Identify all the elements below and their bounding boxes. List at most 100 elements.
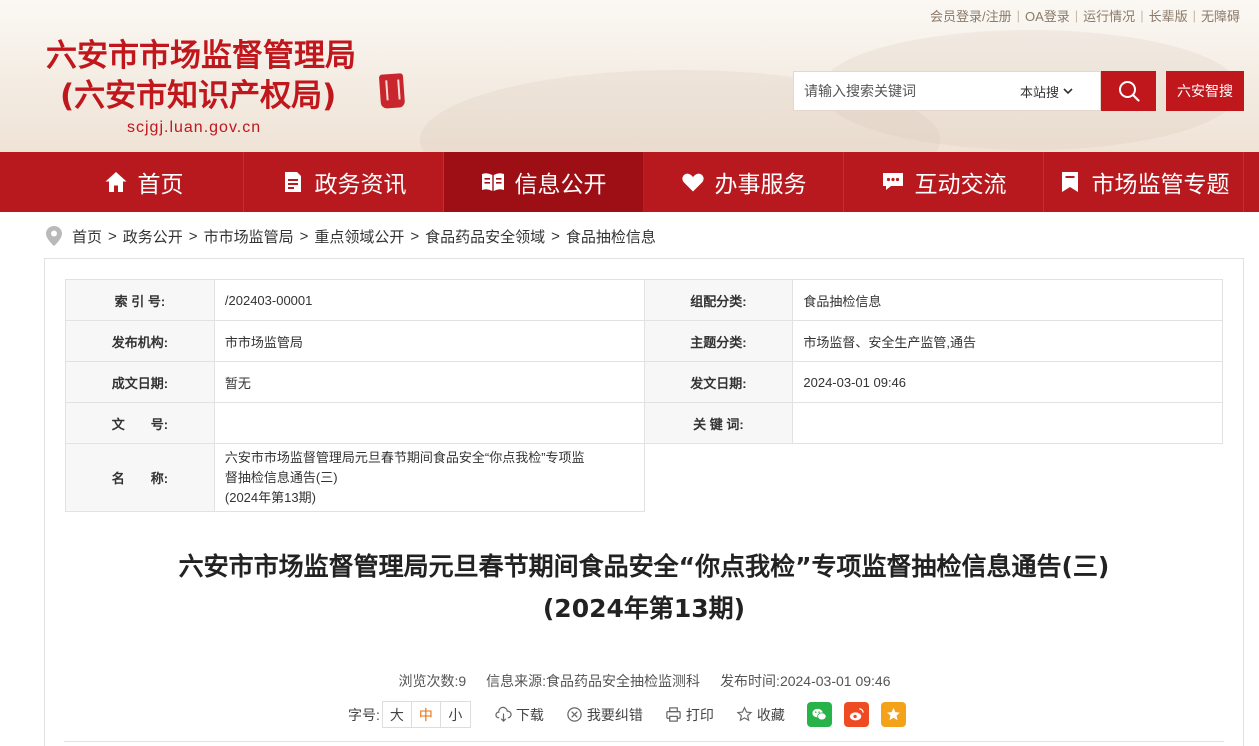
meta-index-number: /202403-00001 bbox=[213, 279, 645, 321]
nav-item-label: 政务资讯 bbox=[314, 172, 407, 198]
search-box: 本站搜 bbox=[793, 71, 1101, 111]
heart-icon bbox=[681, 173, 704, 192]
nav-item-label: 互动交流 bbox=[914, 172, 1007, 198]
breadcrumb-food-drug-safety[interactable]: 食品药品安全领域 bbox=[425, 226, 545, 247]
breadcrumb-food-sampling[interactable]: 食品抽检信息 bbox=[566, 226, 656, 247]
meta-topic: 市场监督、安全生产监管,通告 bbox=[792, 320, 1223, 362]
seal-icon bbox=[378, 73, 406, 109]
top-links: 会员登录/注册 | OA登录 | 运行情况 | 长辈版 | 无障碍 bbox=[925, 6, 1245, 25]
breadcrumb-gov-affairs[interactable]: 政务公开 bbox=[123, 226, 183, 247]
meta-category: 食品抽检信息 bbox=[792, 279, 1223, 321]
meta-row: 文 号: 关 键 词: bbox=[65, 402, 1223, 444]
favorite-label: 收藏 bbox=[756, 706, 785, 723]
article-title-line: 六安市市场监督管理局元旦春节期间食品安全“你点我检”专项监督抽检信息通告(三) bbox=[178, 552, 1110, 581]
search-input[interactable] bbox=[794, 72, 1020, 110]
article-title: 六安市市场监督管理局元旦春节期间食品安全“你点我检”专项监督抽检信息通告(三) … bbox=[44, 546, 1244, 630]
chat-icon bbox=[882, 173, 903, 190]
font-size-control: 字号: 大 中 小 bbox=[348, 701, 471, 728]
view-count: 浏览次数:9 bbox=[398, 673, 467, 689]
share-favorite-button[interactable] bbox=[880, 702, 906, 727]
breadcrumb-key-areas[interactable]: 重点领域公开 bbox=[314, 226, 404, 247]
error-x-icon bbox=[567, 707, 582, 722]
article-info: 浏览次数:9 信息来源:食品药品安全抽检监测科 发布时间:2024-03-01 … bbox=[0, 671, 1259, 691]
report-error-label: 我要纠错 bbox=[586, 706, 643, 723]
meta-doc-name-line: 六安市市场监督管理局元旦春节期间食品安全“你点我检”专项监 bbox=[224, 449, 585, 465]
font-size-medium-button[interactable]: 中 bbox=[412, 702, 441, 727]
accessibility-link[interactable]: 无障碍 bbox=[1196, 6, 1245, 25]
smart-search-button[interactable]: 六安智搜 bbox=[1166, 71, 1244, 111]
run-status-link[interactable]: 运行情况 bbox=[1078, 6, 1140, 25]
search-scope-label: 本站搜 bbox=[1020, 84, 1060, 100]
star-outline-icon bbox=[736, 706, 753, 722]
meta-label: 名 称: bbox=[65, 443, 215, 512]
share-wechat-button[interactable] bbox=[806, 702, 832, 727]
download-label: 下载 bbox=[515, 706, 544, 723]
location-pin-icon bbox=[46, 226, 62, 246]
meta-row: 发布机构: 市市场监管局 主题分类: 市场监督、安全生产监管,通告 bbox=[65, 320, 1223, 362]
cloud-download-icon bbox=[495, 706, 512, 722]
meta-label: 索 引 号: bbox=[65, 279, 215, 321]
breadcrumb: 首页 > 政务公开 > 市市场监管局 > 重点领域公开 > 食品药品安全领域 >… bbox=[46, 224, 656, 248]
breadcrumb-home[interactable]: 首页 bbox=[72, 226, 102, 247]
search-button[interactable] bbox=[1101, 71, 1156, 111]
elder-mode-link[interactable]: 长辈版 bbox=[1144, 6, 1193, 25]
nav-item-interaction[interactable]: 互动交流 bbox=[844, 152, 1044, 212]
breadcrumb-bureau[interactable]: 市市场监管局 bbox=[204, 226, 294, 247]
meta-label: 发文日期: bbox=[643, 361, 794, 403]
meta-label: 组配分类: bbox=[643, 279, 794, 321]
meta-doc-name-line: 督抽检信息通告(三) bbox=[224, 469, 338, 485]
meta-label: 主题分类: bbox=[643, 320, 794, 362]
meta-row: 索 引 号: /202403-00001 组配分类: 食品抽检信息 bbox=[65, 279, 1223, 321]
oa-login-link[interactable]: OA登录 bbox=[1020, 6, 1075, 25]
meta-issued-date: 2024-03-01 09:46 bbox=[792, 361, 1223, 403]
site-header: 会员登录/注册 | OA登录 | 运行情况 | 长辈版 | 无障碍 六安市市场监… bbox=[0, 0, 1259, 152]
main-nav: 首页 政务资讯 信息公开 办事服务 互动交流 市场监管专题 bbox=[0, 152, 1259, 212]
publish-time: 发布时间:2024-03-01 09:46 bbox=[720, 673, 891, 689]
font-size-large-button[interactable]: 大 bbox=[383, 702, 412, 727]
nav-item-news[interactable]: 政务资讯 bbox=[244, 152, 444, 212]
article-title-line: (2024年第13期) bbox=[542, 594, 746, 623]
meta-doc-name: 六安市市场监督管理局元旦春节期间食品安全“你点我检”专项监 督抽检信息通告(三)… bbox=[213, 443, 645, 512]
font-size-label: 字号: bbox=[348, 706, 380, 723]
open-book-icon bbox=[481, 173, 504, 191]
login-register-link[interactable]: 会员登录/注册 bbox=[925, 6, 1017, 25]
report-error-button[interactable]: 我要纠错 bbox=[566, 705, 643, 725]
search-scope-select[interactable]: 本站搜 bbox=[1020, 82, 1081, 101]
breadcrumb-separator: > bbox=[108, 227, 117, 245]
chevron-down-icon bbox=[1063, 88, 1073, 95]
meta-keywords bbox=[792, 402, 1223, 444]
nav-item-services[interactable]: 办事服务 bbox=[644, 152, 844, 212]
nav-item-home[interactable]: 首页 bbox=[44, 152, 244, 212]
font-size-small-button[interactable]: 小 bbox=[441, 702, 470, 727]
download-button[interactable]: 下载 bbox=[495, 705, 544, 725]
breadcrumb-separator: > bbox=[410, 227, 420, 245]
meta-written-date: 暂无 bbox=[213, 361, 645, 403]
meta-label: 文 号: bbox=[65, 402, 215, 444]
info-source: 信息来源:食品药品安全抽检监测科 bbox=[486, 673, 701, 689]
meta-doc-name-line: (2024年第13期) bbox=[224, 489, 316, 505]
meta-label: 发布机构: bbox=[65, 320, 215, 362]
print-label: 打印 bbox=[685, 706, 714, 723]
site-title[interactable]: 六安市市场监督管理局 bbox=[46, 38, 356, 75]
breadcrumb-separator: > bbox=[299, 227, 309, 245]
meta-label: 关 键 词: bbox=[643, 402, 794, 444]
breadcrumb-separator: > bbox=[551, 227, 560, 245]
search-icon bbox=[1118, 81, 1140, 102]
weibo-icon bbox=[849, 708, 864, 721]
nav-item-label: 市场监管专题 bbox=[1091, 172, 1230, 198]
nav-item-market-topics[interactable]: 市场监管专题 bbox=[1044, 152, 1244, 212]
breadcrumb-separator: > bbox=[188, 227, 198, 245]
meta-row: 成文日期: 暂无 发文日期: 2024-03-01 09:46 bbox=[65, 361, 1223, 403]
share-weibo-button[interactable] bbox=[843, 702, 869, 727]
nav-item-info-disclosure[interactable]: 信息公开 bbox=[444, 152, 644, 212]
nav-item-label: 首页 bbox=[137, 172, 184, 198]
favorite-button[interactable]: 收藏 bbox=[736, 705, 785, 725]
site-subtitle: (六安市知识产权局) bbox=[60, 78, 337, 114]
bookmark-icon bbox=[1061, 172, 1078, 192]
printer-icon bbox=[666, 707, 681, 722]
print-button[interactable]: 打印 bbox=[665, 705, 714, 725]
nav-item-label: 信息公开 bbox=[514, 172, 607, 198]
home-icon bbox=[105, 172, 126, 192]
meta-publisher: 市市场监管局 bbox=[213, 320, 645, 362]
meta-doc-number bbox=[213, 402, 645, 444]
